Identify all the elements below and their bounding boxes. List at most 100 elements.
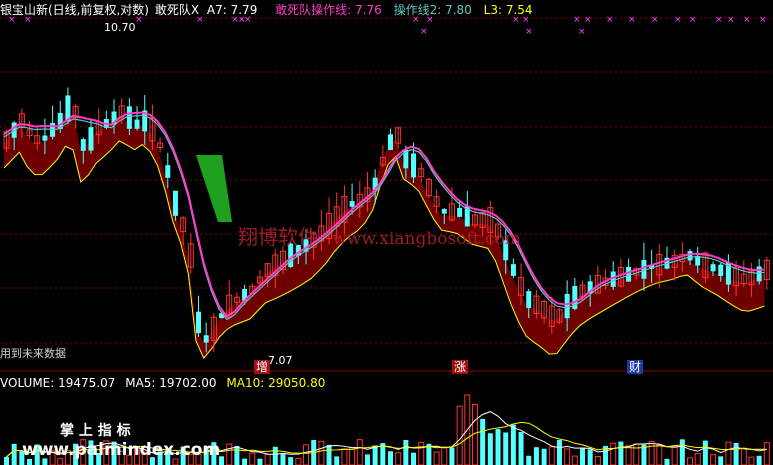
volume-bar-up [656, 444, 663, 465]
x-marker: × [606, 15, 614, 25]
x-marker: × [628, 15, 636, 25]
marker-zhang: 涨 [452, 360, 469, 374]
volume-bar-down [733, 442, 739, 465]
volume-bar-down [718, 456, 724, 465]
volume-bar-up [249, 452, 256, 465]
volume-bar-down [503, 432, 509, 465]
volume-bar-up [610, 442, 617, 465]
a7-label: A7: [206, 3, 227, 17]
volume-bar-down [242, 458, 248, 465]
volume-bar-up [763, 442, 770, 465]
volume-bar-down [388, 451, 393, 465]
volume-bar-up [295, 457, 302, 465]
volume-bar-down [526, 455, 532, 465]
volume-bar-down [487, 433, 493, 465]
candle-down [411, 153, 417, 178]
volume-value: 19475.07 [58, 376, 116, 390]
volume-bar-down [257, 458, 263, 465]
watermark-xiangbo-cn: 翔博软件 [238, 225, 318, 249]
volume-bar-up [687, 457, 694, 465]
volume-bar-down [449, 447, 455, 465]
volume-bar-down [556, 439, 562, 465]
volume-bar-up [441, 447, 448, 465]
volume-label: VOLUME: [0, 376, 55, 390]
candle-down [50, 122, 56, 137]
band-green-segment [196, 155, 232, 222]
chart-header: 银宝山新(日线,前复权,对数) 敢死队X A7: 7.79 敢死队操作线: 7.… [0, 3, 533, 17]
volume-bar-up [710, 454, 717, 465]
a7-value: 7.79 [230, 3, 258, 17]
x-marker: × [689, 15, 697, 25]
cyan-line [3, 114, 765, 321]
line2-value: 7.80 [445, 3, 472, 17]
line1-value: 7.76 [355, 3, 382, 17]
volume-bar-down [326, 444, 332, 465]
volume-bar-down [272, 446, 278, 465]
volume-bar-down [541, 448, 547, 465]
volume-bar-up [740, 447, 747, 465]
volume-bar-up [318, 440, 325, 465]
watermark-xiangbo-url: www.xiangbosoft.com [332, 229, 521, 249]
volume-bar-down [702, 440, 708, 465]
volume-bar-up [418, 441, 425, 465]
volume-bar-down [533, 447, 539, 465]
volume-bar-down [756, 455, 762, 465]
candle-down [203, 335, 209, 343]
volume-bar-up [671, 445, 678, 465]
volume-bar-up [433, 451, 440, 465]
ma10-label: MA10: [226, 376, 265, 390]
marker-zeng: 增 [254, 360, 271, 374]
candle-down [457, 207, 463, 217]
candle-down [196, 311, 201, 334]
volume-bar-down [495, 429, 501, 465]
volume-bar-up [594, 456, 601, 465]
candle-down [441, 209, 447, 214]
volume-bar-down [403, 440, 409, 465]
x-marker: × [584, 15, 592, 25]
ma10-value: 29050.80 [268, 376, 326, 390]
indicator-name: 敢死队X [154, 3, 200, 17]
volume-bar-down [288, 457, 294, 465]
volume-bar-up [303, 444, 310, 465]
volume-bar-down [280, 453, 286, 465]
low-price-label: 7.07 [268, 354, 293, 367]
candle-down [134, 119, 140, 129]
candle-down [172, 190, 178, 216]
candle-down [80, 139, 86, 151]
volume-bar-down [580, 448, 585, 465]
volume-bar-up [456, 405, 463, 465]
candle-down [88, 127, 94, 151]
watermark-xiangbo: 翔博软件 www.xiangbosoft.com [238, 221, 521, 250]
volume-bar-up [395, 452, 402, 465]
candle-down [42, 135, 48, 141]
volume-bar-up [625, 445, 632, 465]
volume-bar-down [679, 439, 685, 465]
line1-label: 敢死队操作线: [275, 3, 352, 17]
x-marker: × [715, 15, 723, 25]
ma5-value: 19702.00 [159, 376, 217, 390]
x-marker: × [420, 27, 428, 37]
candle-down [564, 293, 570, 319]
volume-bar-down [510, 424, 516, 465]
volume-bar-up [548, 446, 555, 465]
ma5-label: MA5: [125, 376, 156, 390]
candle-down [756, 266, 762, 282]
volume-bar-down [372, 445, 378, 465]
volume-bar-up [633, 443, 640, 465]
l3-value: 7.54 [505, 3, 533, 17]
volume-bar-up [725, 441, 732, 465]
volume-bar-down [4, 456, 9, 465]
volume-bar-down [587, 449, 593, 465]
candle-down [510, 264, 516, 276]
candle-down [710, 264, 716, 272]
volume-bar-down [480, 418, 486, 465]
volume-bar-down [518, 432, 524, 465]
line2-label: 操作线2: [393, 3, 442, 17]
volume-bar-down [11, 443, 17, 465]
candle-down [126, 106, 132, 129]
x-marker: × [727, 15, 735, 25]
volume-bar-up [648, 441, 655, 465]
volume-bar-up [341, 448, 348, 465]
l3-label: L3: [483, 3, 503, 17]
volume-bar-down [334, 456, 340, 465]
